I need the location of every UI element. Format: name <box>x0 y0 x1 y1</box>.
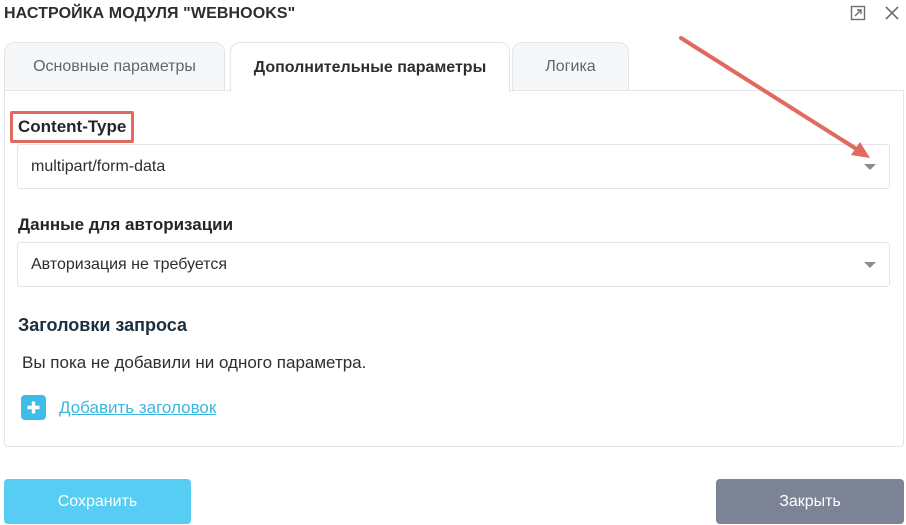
close-icon <box>885 6 899 20</box>
request-headers-title: Заголовки запроса <box>18 315 188 335</box>
chevron-down-icon <box>864 164 876 170</box>
dialog-title: НАСТРОЙКА МОДУЛЯ "WEBHOOKS" <box>4 5 296 22</box>
plus-icon <box>21 395 46 420</box>
annotation-highlight-box <box>10 111 134 143</box>
chevron-down-icon <box>864 262 876 268</box>
save-button[interactable]: Сохранить <box>4 479 191 524</box>
auth-select[interactable]: Авторизация не требуется <box>17 242 890 287</box>
auth-label: Данные для авторизации <box>18 215 234 234</box>
tab-logic[interactable]: Логика <box>512 42 629 91</box>
expand-button[interactable] <box>848 3 868 23</box>
content-type-select[interactable]: multipart/form-data <box>17 144 890 189</box>
close-dialog-button[interactable]: Закрыть <box>716 479 904 524</box>
tab-additional-params[interactable]: Дополнительные параметры <box>230 42 510 92</box>
content-type-value: multipart/form-data <box>31 157 166 175</box>
close-button[interactable] <box>882 3 902 23</box>
tab-bar: Основные параметры Дополнительные параме… <box>4 42 904 92</box>
add-header-link[interactable]: Добавить заголовок <box>59 398 216 418</box>
add-header-button[interactable]: Добавить заголовок <box>21 395 216 420</box>
expand-icon <box>850 5 866 21</box>
tab-main-params[interactable]: Основные параметры <box>4 42 225 91</box>
headers-empty-text: Вы пока не добавили ни одного параметра. <box>22 353 367 372</box>
auth-value: Авторизация не требуется <box>31 255 228 273</box>
